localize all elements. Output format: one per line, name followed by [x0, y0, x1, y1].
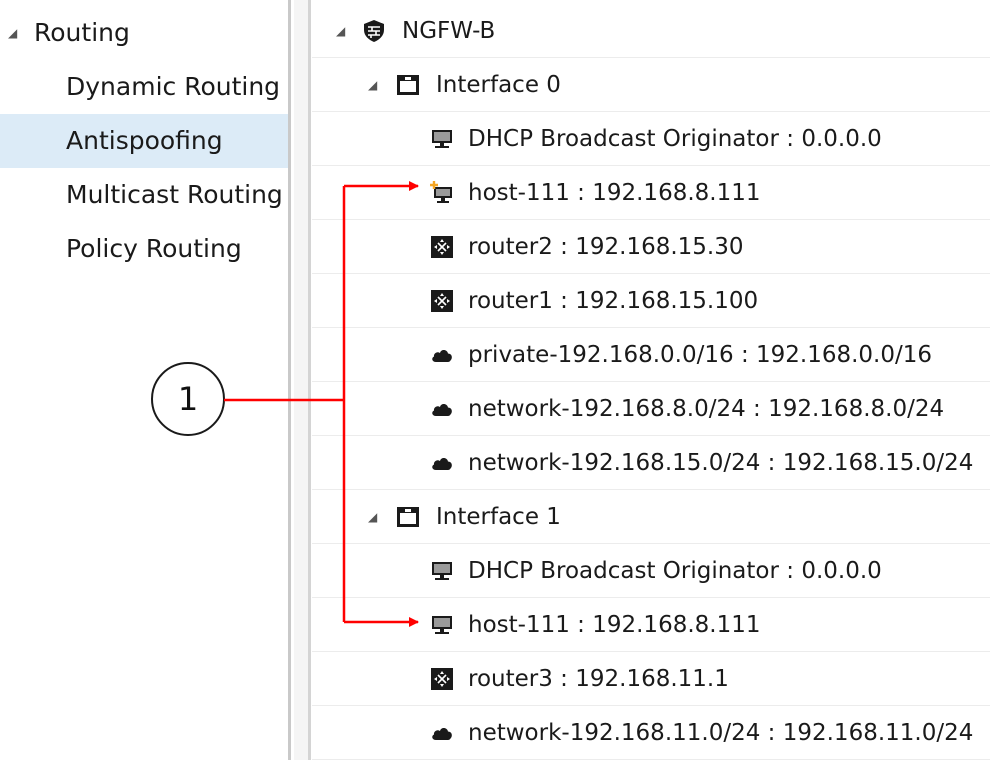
host-added-icon	[430, 181, 452, 203]
tree-node-network[interactable]: network-192.168.11.0/24 : 192.168.11.0/2…	[312, 706, 990, 760]
nav-item-label: Antispoofing	[66, 126, 223, 155]
tree-node-ngfw-b[interactable]: ◢ NGFW-B	[312, 4, 990, 58]
nav-item-multicast-routing[interactable]: Multicast Routing	[0, 168, 288, 222]
callout-number: 1	[177, 380, 199, 418]
host-icon	[432, 130, 452, 148]
tree-node-label: Interface 0	[436, 72, 561, 98]
network-icon	[432, 458, 452, 470]
host-icon	[432, 616, 452, 634]
tree-node-label: network-192.168.15.0/24 : 192.168.15.0/2…	[468, 450, 974, 476]
network-icon	[432, 350, 452, 362]
expand-caret-icon[interactable]: ◢	[8, 6, 17, 60]
tree-node-label: Interface 1	[436, 504, 561, 530]
nav-item-label: Dynamic Routing	[66, 72, 281, 101]
tree-node-host[interactable]: host-111 : 192.168.8.111	[312, 598, 990, 652]
router-icon	[431, 290, 453, 312]
tree-node-router[interactable]: router3 : 192.168.11.1	[312, 652, 990, 706]
nav-item-dynamic-routing[interactable]: Dynamic Routing	[0, 60, 288, 114]
tree-node-host[interactable]: DHCP Broadcast Originator : 0.0.0.0	[312, 544, 990, 598]
pane-border	[308, 0, 311, 760]
host-icon	[432, 562, 452, 580]
tree-node-network[interactable]: network-192.168.15.0/24 : 192.168.15.0/2…	[312, 436, 990, 490]
tree-node-label: network-192.168.8.0/24 : 192.168.8.0/24	[468, 396, 945, 422]
tree-node-label: router3 : 192.168.11.1	[468, 666, 729, 692]
tree-node-interface-1[interactable]: ◢ Interface 1	[312, 490, 990, 544]
tree-node-label: DHCP Broadcast Originator : 0.0.0.0	[468, 126, 882, 152]
tree-node-label: DHCP Broadcast Originator : 0.0.0.0	[468, 558, 882, 584]
network-icon	[432, 728, 452, 740]
interface-icon	[397, 507, 419, 527]
tree-node-label: router1 : 192.168.15.100	[468, 288, 759, 314]
tree-node-label: private-192.168.0.0/16 : 192.168.0.0/16	[468, 342, 933, 368]
router-icon	[431, 236, 453, 258]
nav-item-antispoofing[interactable]: Antispoofing	[0, 114, 288, 168]
pane-splitter[interactable]	[288, 0, 291, 760]
tree-node-network[interactable]: network-192.168.8.0/24 : 192.168.8.0/24	[312, 382, 990, 436]
tree-node-interface-0[interactable]: ◢ Interface 0	[312, 58, 990, 112]
routing-nav-panel: ◢ Routing Dynamic Routing Antispoofing M…	[0, 0, 288, 760]
expand-caret-icon[interactable]: ◢	[368, 490, 377, 544]
firewall-icon	[364, 20, 384, 42]
tree-node-label: host-111 : 192.168.8.111	[468, 180, 761, 206]
tree-node-label: router2 : 192.168.15.30	[468, 234, 744, 260]
antispoofing-tree: ◢ NGFW-B ◢ Interface 0 DHCP Broadcast Or…	[312, 0, 990, 760]
nav-item-label: Policy Routing	[66, 234, 242, 263]
expand-caret-icon[interactable]: ◢	[336, 4, 345, 58]
tree-node-network[interactable]: private-192.168.0.0/16 : 192.168.0.0/16	[312, 328, 990, 382]
network-icon	[432, 404, 452, 416]
nav-item-policy-routing[interactable]: Policy Routing	[0, 222, 288, 276]
tree-node-router[interactable]: router2 : 192.168.15.30	[312, 220, 990, 274]
nav-item-label: Routing	[34, 18, 130, 47]
tree-node-router[interactable]: router1 : 192.168.15.100	[312, 274, 990, 328]
tree-node-label: host-111 : 192.168.8.111	[468, 612, 761, 638]
router-icon	[431, 668, 453, 690]
expand-caret-icon[interactable]: ◢	[368, 58, 377, 112]
tree-node-label: network-192.168.11.0/24 : 192.168.11.0/2…	[468, 720, 974, 746]
tree-node-host[interactable]: host-111 : 192.168.8.111	[312, 166, 990, 220]
nav-item-label: Multicast Routing	[66, 180, 283, 209]
nav-item-routing[interactable]: ◢ Routing	[0, 6, 288, 60]
tree-node-host[interactable]: DHCP Broadcast Originator : 0.0.0.0	[312, 112, 990, 166]
tree-node-label: NGFW-B	[402, 18, 496, 44]
pane-splitter-gap	[294, 0, 308, 760]
interface-icon	[397, 75, 419, 95]
